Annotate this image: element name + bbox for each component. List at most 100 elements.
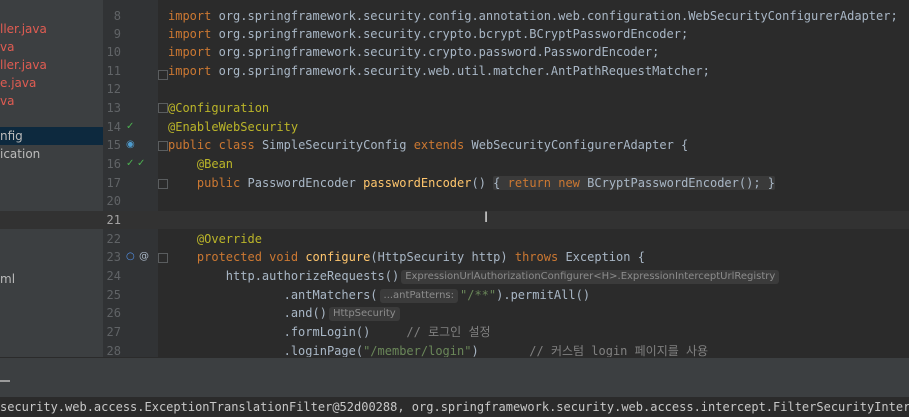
params: (HttpSecurity http) (370, 250, 508, 264)
param-hint: ...antPatterns: (379, 289, 458, 303)
type-hint: HttpSecurity (328, 307, 400, 321)
method-chain: .formLogin() (283, 325, 371, 339)
keyword: class (218, 138, 255, 152)
method-chain: .antMatchers( (283, 288, 378, 302)
line-number: 20 (106, 194, 121, 208)
code-line-22[interactable]: @Override (168, 230, 262, 248)
keyword: extends (413, 138, 465, 152)
line-number: 23 (106, 250, 121, 264)
method-chain: .and() (283, 306, 327, 320)
import-path: org.springframework.security.crypto.pass… (218, 45, 660, 59)
code-line-24[interactable]: http.authorizeRequests() ExpressionUrlAut… (168, 267, 781, 285)
text-cursor-icon: I (484, 210, 489, 226)
method-name: passwordEncoder (363, 176, 472, 190)
file-item[interactable]: ller.java (0, 56, 47, 74)
class-name: SimpleSecurityConfig (261, 138, 407, 152)
parens: () (471, 176, 486, 190)
line-number: 15 (106, 138, 121, 152)
method-chain: .loginPage( (283, 344, 364, 358)
line-number: 22 (106, 232, 121, 246)
file-item[interactable]: ication (0, 145, 40, 163)
code-line-10[interactable]: import org.springframework.security.cryp… (168, 43, 659, 61)
code-line-17[interactable]: public PasswordEncoder passwordEncoder()… (168, 174, 776, 192)
code-line-11[interactable]: import org.springframework.security.web.… (168, 62, 710, 80)
keyword: import (168, 27, 212, 41)
keyword: import (168, 64, 212, 78)
line-number: 14 (106, 120, 121, 134)
line-number: 27 (106, 325, 121, 339)
keyword: public (196, 176, 241, 190)
annotation-icon: @ (139, 251, 149, 262)
code-line-15[interactable]: public class SimpleSecurityConfig extend… (168, 136, 688, 154)
type-hint: ExpressionUrlAuthorizationConfigurer<H>.… (401, 270, 780, 284)
fold-marker[interactable] (158, 141, 168, 151)
method-chain: http.authorizeRequests() (225, 269, 400, 283)
string-literal: "/**" (460, 288, 497, 302)
line-number: 9 (113, 27, 121, 41)
keyword: import (168, 45, 212, 59)
spring-bean-icon[interactable]: ✓ (137, 155, 145, 173)
code-line-25[interactable]: .antMatchers(...antPatterns: "/**").permi… (168, 286, 590, 304)
type-name: PasswordEncoder (247, 176, 356, 190)
fold-marker[interactable] (158, 103, 168, 113)
keyword: void (269, 250, 299, 264)
code-line-26[interactable]: .and() HttpSecurity (168, 304, 402, 322)
superclass-name: WebSecurityConfigurerAdapter { (471, 138, 689, 152)
line-number: 17 (106, 176, 121, 190)
console-output[interactable]: security.web.access.ExceptionTranslation… (0, 397, 909, 417)
comment: // 커스텀 login 페이지를 사용 (529, 344, 709, 358)
folded-method-body[interactable]: { return new BCryptPasswordEncoder(); } (493, 176, 776, 190)
keyword: return (507, 176, 551, 190)
code-line-14[interactable]: @EnableWebSecurity (168, 118, 298, 136)
project-sidebar[interactable]: ller.java va ller.java e.java va nfig ic… (0, 0, 103, 357)
current-line-highlight (0, 211, 909, 229)
brace: { (493, 176, 501, 190)
line-number: 10 (106, 45, 121, 59)
line-number: 13 (106, 101, 121, 115)
file-item[interactable]: va (0, 38, 14, 56)
override-icon[interactable]: ○ (126, 248, 135, 266)
fold-marker[interactable] (158, 179, 168, 189)
line-number: 16 (106, 157, 121, 171)
method-name: configure (305, 250, 371, 264)
minimize-icon[interactable] (0, 380, 10, 382)
line-number: 11 (106, 64, 121, 78)
line-number: 24 (106, 269, 121, 283)
code-line-27[interactable]: .formLogin() // 로그인 설정 (168, 323, 491, 341)
file-item[interactable]: ller.java (0, 20, 47, 38)
constructor-call: BCryptPasswordEncoder(); (587, 176, 761, 190)
keyword: public (168, 138, 212, 152)
file-item[interactable]: va (0, 92, 14, 110)
fold-marker[interactable] (158, 253, 168, 263)
annotation: @EnableWebSecurity (168, 120, 299, 134)
string-literal: "/member/login" (363, 344, 472, 358)
annotation: @Override (196, 232, 262, 246)
code-line-23[interactable]: protected void configure(HttpSecurity ht… (168, 248, 645, 266)
keyword: import (168, 9, 212, 23)
keyword: throws (514, 250, 559, 264)
line-number: 25 (106, 288, 121, 302)
paren: ) (471, 344, 479, 358)
fold-marker[interactable] (158, 70, 168, 80)
code-line-13[interactable]: @Configuration (168, 99, 269, 117)
line-number: 8 (113, 9, 121, 23)
annotation: @Configuration (168, 101, 270, 115)
import-path: org.springframework.security.crypto.bcry… (218, 27, 689, 41)
annotation: @Bean (196, 157, 234, 171)
import-path: org.springframework.security.config.anno… (218, 9, 898, 23)
code-line-8[interactable]: import org.springframework.security.conf… (168, 7, 898, 25)
code-line-9[interactable]: import org.springframework.security.cryp… (168, 25, 688, 43)
file-item[interactable]: ml (0, 270, 15, 288)
spring-bean-icon[interactable]: ✓ (126, 155, 134, 173)
code-line-16[interactable]: @Bean (168, 155, 233, 173)
spring-bean-icon[interactable]: ✓ (126, 118, 134, 136)
line-number: 26 (106, 306, 121, 320)
comment: // 로그인 설정 (406, 325, 491, 339)
keyword: new (558, 176, 580, 190)
keyword: protected (196, 250, 262, 264)
file-item-selected[interactable]: nfig (0, 127, 103, 145)
spring-config-icon[interactable]: ◉ (126, 136, 135, 154)
method-chain: ).permitAll() (496, 288, 591, 302)
tool-window-bar[interactable] (0, 357, 909, 398)
file-item[interactable]: e.java (0, 74, 36, 92)
